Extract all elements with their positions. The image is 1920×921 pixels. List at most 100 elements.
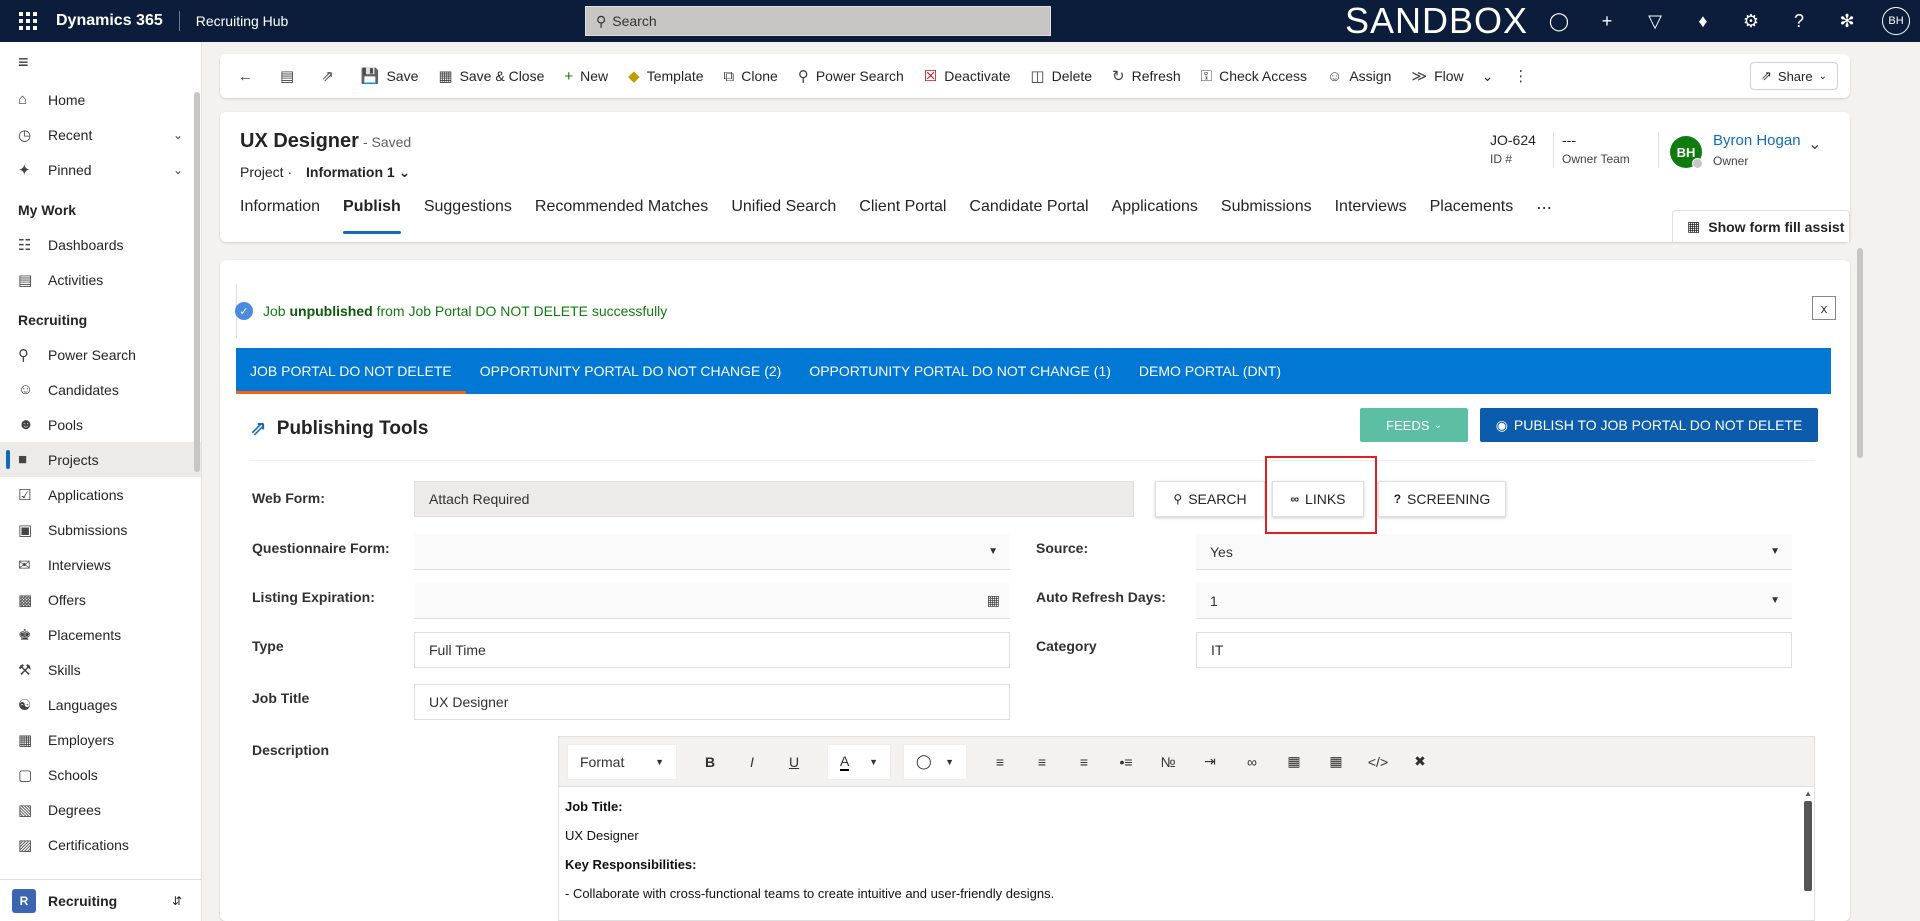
editor-scrollbar[interactable] [1804,801,1812,891]
indent-button[interactable]: ⇥ [1189,743,1231,780]
tab-interviews[interactable]: Interviews [1335,198,1407,228]
clear-formatting-button[interactable]: ✖ [1399,743,1441,780]
gear-icon[interactable]: ⚙ [1727,11,1775,32]
tab-information[interactable]: Information [240,198,320,228]
bold-button[interactable]: B [689,743,731,780]
portal-tab-opportunity-1[interactable]: OPPORTUNITY PORTAL DO NOT CHANGE (1) [795,348,1125,394]
auto-refresh-days-select[interactable]: 1 ▼ [1196,583,1792,619]
global-search-input[interactable]: ⚲ Search [585,6,1051,36]
plus-icon[interactable]: + [1583,11,1631,32]
main-scrollbar[interactable] [1857,248,1863,458]
listing-expiration-input[interactable]: ▦ [414,583,1010,619]
sidebar-item-activities[interactable]: ▤ Activities [0,262,201,297]
sidebar-item-pinned[interactable]: ✦ Pinned ⌄ [0,152,201,187]
help-icon[interactable]: ? [1775,11,1823,32]
save-close-button[interactable]: ▦ Save & Close [428,60,554,92]
delete-button[interactable]: ◫ Delete [1020,60,1102,92]
tab-submissions[interactable]: Submissions [1221,198,1312,228]
tab-suggestions[interactable]: Suggestions [424,198,512,228]
numbered-list-button[interactable]: № [1147,743,1189,780]
tab-publish[interactable]: Publish [343,198,401,234]
align-left-button[interactable]: ≡ [979,743,1021,780]
editor-content[interactable]: Job Title: UX Designer Key Responsibilit… [559,787,1814,920]
clone-button[interactable]: ⧉ Clone [714,60,788,92]
portal-tab-opportunity-2[interactable]: OPPORTUNITY PORTAL DO NOT CHANGE (2) [466,348,796,394]
sidebar-item-certifications[interactable]: ▨ Certifications [0,827,201,862]
more-tabs-button[interactable]: ⋯ [1536,198,1552,228]
source-code-button[interactable]: </> [1357,743,1399,780]
close-notice-button[interactable]: x [1812,296,1836,320]
source-select[interactable]: Yes ▼ [1196,534,1792,570]
bell-icon[interactable]: ♦ [1679,11,1727,32]
record-set-button[interactable]: ▤ [270,60,311,92]
sidebar-item-placements[interactable]: ♚ Placements [0,617,201,652]
form-fill-assist-button[interactable]: ▦ Show form fill assist [1672,210,1850,242]
power-search-button[interactable]: ⚲ Power Search [788,60,914,92]
tab-placements[interactable]: Placements [1430,198,1514,228]
open-new-window-button[interactable]: ⇗ [311,60,351,92]
form-selector[interactable]: Information 1 ⌄ [306,164,410,180]
sidebar-item-degrees[interactable]: ▧ Degrees [0,792,201,827]
sidebar-item-skills[interactable]: ⚒ Skills [0,652,201,687]
sidebar-scrollbar[interactable] [194,92,200,472]
portal-tab-demo[interactable]: DEMO PORTAL (DNT) [1125,348,1295,394]
sidebar-item-power-search[interactable]: ⚲ Power Search [0,337,201,372]
screening-button[interactable]: ? SCREENING [1378,481,1506,517]
tab-unified-search[interactable]: Unified Search [731,198,836,228]
sidebar-item-dashboards[interactable]: ☷ Dashboards [0,227,201,262]
sidebar-item-interviews[interactable]: ✉ Interviews [0,547,201,582]
portal-tab-job-portal[interactable]: JOB PORTAL DO NOT DELETE [236,348,466,394]
chevron-down-icon[interactable]: ⌄ [173,128,183,142]
hub-name[interactable]: Recruiting Hub [180,13,289,29]
tab-recommended-matches[interactable]: Recommended Matches [535,198,708,228]
insert-image-button[interactable]: ▦ [1273,743,1315,780]
sidebar-item-projects[interactable]: ■ Projects [0,442,201,477]
user-avatar[interactable]: BH [1882,7,1910,35]
questionnaire-select[interactable]: ▼ [414,534,1010,570]
job-title-input[interactable]: UX Designer [414,684,1010,720]
copilot-icon[interactable]: ✻ [1823,11,1871,32]
insert-table-button[interactable]: ▦ [1315,743,1357,780]
sidebar-item-home[interactable]: ⌂ Home [0,82,201,117]
area-switcher[interactable]: R Recruiting ⇵ [0,879,201,921]
chevron-down-icon[interactable]: ⌄ [173,163,183,177]
hamburger-icon[interactable]: ≡ [0,42,201,82]
more-commands-button[interactable]: ⋮ [1503,60,1545,92]
calendar-icon[interactable]: ▦ [987,592,1000,609]
scroll-up-arrow-icon[interactable]: ▲ [1804,789,1812,798]
highlight-color-dropdown[interactable]: ◯ ▼ [903,743,967,780]
web-form-field[interactable]: Attach Required [414,481,1134,517]
sidebar-item-submissions[interactable]: ▣ Submissions [0,512,201,547]
sidebar-item-recent[interactable]: ◷ Recent ⌄ [0,117,201,152]
deactivate-button[interactable]: ☒ Deactivate [914,60,1021,92]
align-center-button[interactable]: ≡ [1021,743,1063,780]
save-button[interactable]: 💾 Save [351,60,429,92]
check-access-button[interactable]: ⚿ Check Access [1191,60,1317,92]
sidebar-item-candidates[interactable]: ☺ Candidates [0,372,201,407]
search-button[interactable]: ⚲ SEARCH [1155,481,1265,517]
sidebar-item-schools[interactable]: ▢ Schools [0,757,201,792]
sidebar-item-applications[interactable]: ☑ Applications [0,477,201,512]
lightbulb-icon[interactable]: ◯ [1535,11,1583,32]
refresh-button[interactable]: ↻ Refresh [1102,60,1191,92]
align-right-button[interactable]: ≡ [1063,743,1105,780]
flow-button[interactable]: ≫ Flow ⌄ [1401,60,1503,92]
template-button[interactable]: ◆ Template [618,60,713,92]
underline-button[interactable]: U [773,743,815,780]
owner-link[interactable]: Byron Hogan [1713,132,1801,149]
insert-link-button[interactable]: ∞ [1231,743,1273,780]
format-dropdown[interactable]: Format ▼ [567,743,677,780]
type-input[interactable]: Full Time [414,632,1010,668]
app-launcher-button[interactable] [0,0,56,42]
app-name[interactable]: Dynamics 365 [56,11,180,31]
italic-button[interactable]: I [731,743,773,780]
tab-client-portal[interactable]: Client Portal [859,198,946,228]
category-input[interactable]: IT [1196,632,1792,668]
feeds-button[interactable]: FEEDS ⌄ [1360,408,1468,442]
tab-candidate-portal[interactable]: Candidate Portal [969,198,1088,228]
filter-icon[interactable]: ▽ [1631,11,1679,32]
bulleted-list-button[interactable]: •≡ [1105,743,1147,780]
publish-button[interactable]: ◉ PUBLISH TO JOB PORTAL DO NOT DELETE [1480,408,1818,442]
sidebar-item-pools[interactable]: ☻ Pools [0,407,201,442]
share-button[interactable]: ⇗ Share ⌄ [1750,62,1838,90]
